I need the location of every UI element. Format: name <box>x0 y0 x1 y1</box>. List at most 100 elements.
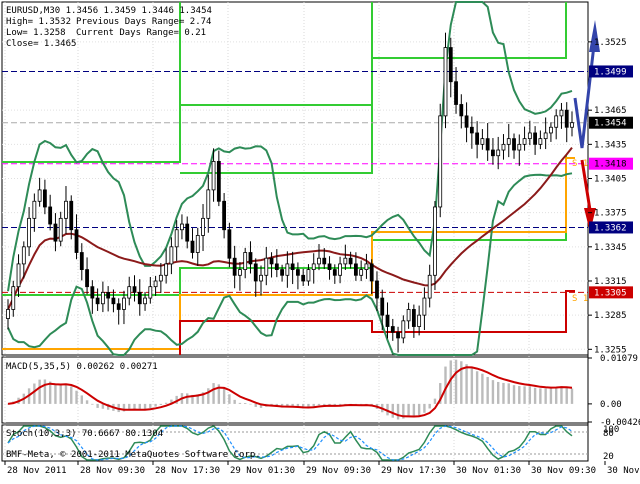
candle-body <box>79 252 84 270</box>
macd-bar <box>80 395 83 404</box>
copyright-text: BMF-Meta, © 2001-2011 MetaQuotes Softwar… <box>6 450 261 460</box>
candle-body <box>169 246 174 265</box>
candle-body <box>369 263 374 282</box>
macd-bar <box>38 379 41 404</box>
candle-body <box>559 109 564 117</box>
macd-bar <box>475 371 479 404</box>
candle-body <box>90 286 95 299</box>
time-tick-label: 29 Nov 01:30 <box>230 466 295 476</box>
candle-body <box>527 132 532 140</box>
macd-bar <box>254 403 257 407</box>
macd-bar <box>75 390 78 404</box>
price-tick-label: 1.3465 <box>594 106 627 116</box>
macd-bar <box>507 383 510 404</box>
time-axis: 28 Nov 2011 28 Nov 09:30 28 Nov 17:30 29 No… <box>4 461 640 476</box>
candle-body <box>153 280 158 288</box>
candle-body <box>464 115 469 128</box>
candle-body <box>37 189 42 202</box>
candle-body <box>132 286 137 293</box>
candle-body <box>564 109 569 128</box>
macd-tick-label: 0.00 <box>600 400 622 410</box>
macd-bar <box>243 403 247 404</box>
candle-body <box>422 297 427 316</box>
candle-body <box>512 138 516 151</box>
macd-bar <box>560 386 563 404</box>
macd-bar <box>54 385 57 404</box>
candle-body <box>522 138 527 145</box>
candle-body <box>206 189 211 219</box>
macd-bar <box>43 379 47 404</box>
candle-body <box>185 223 190 242</box>
candle-body <box>406 309 411 322</box>
candle-body <box>338 263 342 276</box>
macd-bar <box>212 383 215 404</box>
candle-body <box>570 122 574 128</box>
candle-body <box>280 269 284 276</box>
candle-body <box>332 269 337 276</box>
macd-bar <box>412 403 416 417</box>
candle-body <box>269 257 274 265</box>
macd-bar <box>222 388 226 404</box>
macd-bar <box>407 403 410 417</box>
level-label-s1-upper: S 1 <box>572 159 588 169</box>
candle-body <box>143 297 147 305</box>
macd-bar <box>465 364 468 404</box>
macd-bar <box>85 400 89 404</box>
candle-body <box>290 263 295 270</box>
candle-body <box>353 263 358 276</box>
candle-body <box>111 297 116 305</box>
candle-body <box>496 149 501 157</box>
candle-body <box>42 189 47 208</box>
level-label-s1-lower: S 1 <box>572 294 588 304</box>
time-tick-label: 30 Nov 01:30 <box>456 466 521 476</box>
macd-bar <box>317 403 321 406</box>
candle-body <box>433 206 437 276</box>
candle-body <box>480 138 485 145</box>
stoch-tick-label: 20 <box>603 452 614 462</box>
macd-tick-label: 0.01079 <box>600 354 638 364</box>
macd-bar <box>133 403 136 410</box>
candle-body <box>253 263 258 282</box>
price-tick-label: 1.3285 <box>594 311 627 321</box>
candle-body <box>222 200 227 231</box>
candle-body <box>232 257 237 276</box>
macd-bar <box>491 380 495 404</box>
candle-body <box>64 200 68 219</box>
header-low: Low= 1.3258 <box>6 28 66 38</box>
macd-bar <box>497 381 500 404</box>
price-tick-label: 1.3375 <box>594 209 627 219</box>
macd-bar <box>554 387 558 404</box>
candle-body <box>211 161 216 191</box>
macd-bar <box>433 398 437 404</box>
candle-body <box>427 274 432 299</box>
candle-body <box>485 138 490 151</box>
macd-bar <box>454 359 458 404</box>
candle-body <box>285 263 290 276</box>
time-tick-label: 28 Nov 2011 <box>7 466 67 476</box>
candle-body <box>48 206 53 225</box>
candle-body <box>180 223 184 231</box>
candle-body <box>380 297 385 316</box>
candle-body <box>227 229 232 259</box>
macd-bar <box>570 388 574 404</box>
macd-bar <box>70 386 73 404</box>
macd-bar <box>428 403 431 409</box>
price-tag-label: 1.3454 <box>594 119 627 129</box>
candle-body <box>543 132 548 140</box>
candle-body <box>6 309 10 319</box>
stoch-tick-label: 80 <box>603 429 614 439</box>
chart-window[interactable]: S 1 S 1 EURUSD,M30 1.3456 1.3459 1.3446 … <box>0 0 640 480</box>
candle-body <box>343 257 348 265</box>
macd-bar <box>502 382 505 404</box>
candle-body <box>390 326 395 333</box>
macd-bar <box>486 376 489 404</box>
candle-body <box>148 286 153 299</box>
candle-body <box>459 104 464 117</box>
candle-body <box>348 257 353 265</box>
candle-body <box>95 297 100 305</box>
macd-bar <box>396 403 400 420</box>
candle-body <box>164 263 169 276</box>
macd-bar <box>233 399 236 404</box>
candle-body <box>322 257 327 265</box>
price-tick-label: 1.3315 <box>594 277 627 287</box>
